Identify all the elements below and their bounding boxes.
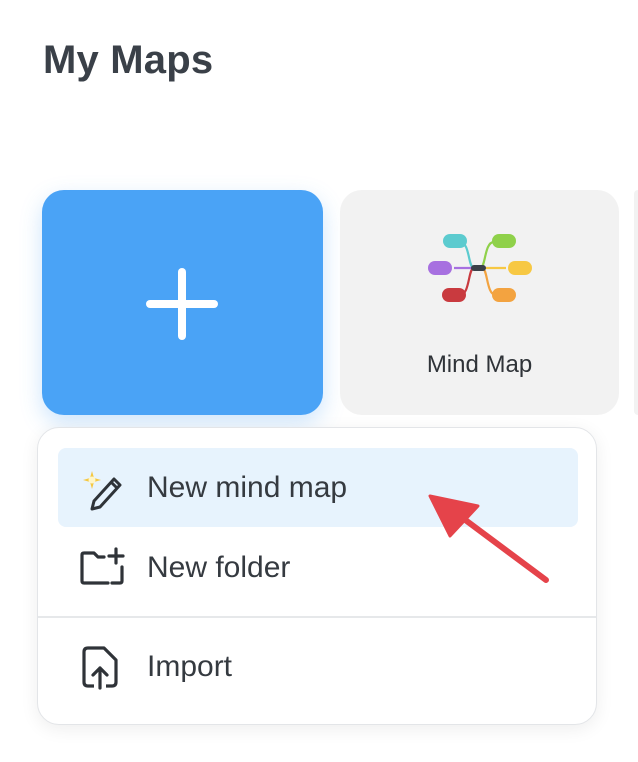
magic-pencil-icon — [83, 471, 122, 511]
menu-item-new-mind-map[interactable]: New mind map — [58, 448, 578, 527]
new-item-dropdown-menu: New mind map New folder Import — [37, 427, 597, 725]
mind-map-thumbnail-icon — [428, 234, 532, 302]
page-title: My Maps — [43, 38, 214, 82]
new-folder-icon — [80, 547, 125, 585]
menu-item-import[interactable]: Import — [58, 627, 578, 706]
import-file-icon — [82, 646, 118, 690]
menu-item-label: Import — [147, 650, 233, 683]
plus-icon — [146, 268, 218, 340]
template-label: Mind Map — [426, 351, 533, 378]
menu-item-label: New folder — [147, 551, 291, 584]
menu-item-new-folder[interactable]: New folder — [58, 528, 578, 607]
menu-item-label: New mind map — [147, 471, 348, 504]
next-card-edge — [634, 190, 638, 415]
menu-divider — [38, 616, 596, 618]
mind-map-template-card[interactable]: Mind Map — [340, 190, 619, 415]
new-map-button[interactable] — [42, 190, 323, 415]
